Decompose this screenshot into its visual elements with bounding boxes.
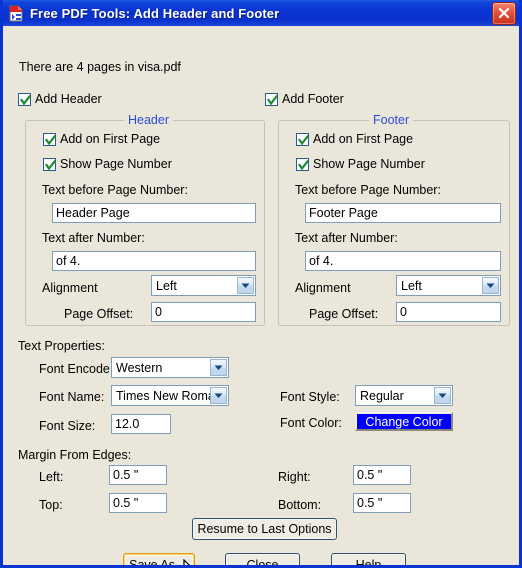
font-encode-label: Font Encode: (39, 362, 114, 376)
footer-page-offset-input[interactable] (396, 302, 501, 322)
footer-text-after-label: Text after Number: (295, 231, 398, 245)
font-style-value: Regular (360, 388, 404, 403)
footer-group-legend: Footer (369, 113, 414, 127)
footer-page-offset-label: Page Offset: (309, 307, 379, 321)
margin-top-input[interactable] (109, 493, 167, 513)
checkbox-label: Show Page Number (60, 157, 172, 171)
checkbox-label: Add on First Page (313, 132, 414, 146)
margin-bottom-label: Bottom: (278, 498, 322, 512)
footer-alignment-combo[interactable]: Left (396, 275, 501, 296)
margin-top-label: Top: (39, 498, 63, 512)
font-name-value: Times New Roman (116, 388, 210, 403)
footer-text-before-label: Text before Page Number: (295, 183, 441, 197)
header-text-before-input[interactable] (52, 203, 256, 223)
header-text-before-label: Text before Page Number: (42, 183, 188, 197)
margin-bottom-input[interactable] (353, 493, 411, 513)
font-encode-combo[interactable]: Western (111, 357, 229, 378)
header-alignment-combo[interactable]: Left (151, 275, 256, 296)
checkbox-header-show-page-number[interactable]: Show Page Number (43, 157, 172, 171)
margin-right-input[interactable] (353, 465, 411, 485)
checkbox-header-add-on-first-page[interactable]: Add on First Page (43, 132, 160, 146)
margin-left-input[interactable] (109, 465, 167, 485)
checkbox-add-footer-label: Add Footer (282, 92, 344, 106)
font-name-label: Font Name: (39, 390, 105, 404)
checkbox-checked-icon (296, 132, 309, 146)
close-icon[interactable] (492, 2, 516, 25)
chevron-down-icon[interactable] (237, 277, 254, 294)
font-size-input[interactable] (111, 414, 171, 434)
text-properties-section-label: Text Properties: (18, 339, 105, 353)
close-button[interactable]: Close (225, 553, 300, 565)
checkbox-checked-icon (296, 157, 309, 171)
page-count-text: There are 4 pages in visa.pdf (19, 60, 181, 74)
footer-alignment-label: Alignment (295, 281, 351, 295)
checkbox-add-header[interactable]: Add Header (18, 92, 102, 106)
header-group-legend: Header (124, 113, 173, 127)
header-alignment-value: Left (156, 278, 177, 293)
chevron-down-icon[interactable] (210, 359, 227, 376)
header-alignment-label: Alignment (42, 281, 98, 295)
font-color-label: Font Color: (280, 416, 342, 430)
font-encode-value: Western (116, 360, 163, 375)
checkbox-checked-icon (265, 92, 278, 106)
margin-right-label: Right: (278, 470, 311, 484)
font-style-combo[interactable]: Regular (355, 385, 453, 406)
resume-to-last-options-button[interactable]: Resume to Last Options (192, 518, 337, 540)
font-size-label: Font Size: (39, 419, 96, 433)
checkbox-checked-icon (43, 157, 56, 171)
pdf-document-icon (8, 5, 25, 22)
footer-alignment-value: Left (401, 278, 422, 293)
checkbox-add-header-label: Add Header (35, 92, 102, 106)
chevron-down-icon[interactable] (482, 277, 499, 294)
dialog-content: There are 4 pages in visa.pdf Add Header… (3, 26, 519, 565)
help-button[interactable]: Help (331, 553, 406, 565)
header-page-offset-label: Page Offset: (64, 307, 134, 321)
dialog-window: Free PDF Tools: Add Header and Footer Th… (0, 0, 522, 568)
font-name-combo[interactable]: Times New Roman (111, 385, 229, 406)
checkbox-checked-icon (43, 132, 56, 146)
header-page-offset-input[interactable] (151, 302, 256, 322)
save-as-button[interactable]: Save As ... (123, 553, 195, 565)
header-text-after-input[interactable] (52, 251, 256, 271)
checkbox-checked-icon (18, 92, 31, 106)
checkbox-add-footer[interactable]: Add Footer (265, 92, 344, 106)
window-title: Free PDF Tools: Add Header and Footer (30, 5, 280, 21)
chevron-down-icon[interactable] (210, 387, 227, 404)
checkbox-footer-add-on-first-page[interactable]: Add on First Page (296, 132, 413, 146)
title-bar: Free PDF Tools: Add Header and Footer (3, 0, 519, 26)
header-group: Header Add on First Page Show Page Numbe… (25, 113, 265, 326)
footer-text-before-input[interactable] (305, 203, 501, 223)
checkbox-label: Show Page Number (313, 157, 425, 171)
footer-text-after-input[interactable] (305, 251, 501, 271)
footer-group: Footer Add on First Page Show Page Numbe… (278, 113, 510, 326)
margins-section-label: Margin From Edges: (18, 448, 132, 462)
checkbox-footer-show-page-number[interactable]: Show Page Number (296, 157, 425, 171)
margin-left-label: Left: (39, 470, 64, 484)
change-color-button[interactable]: Change Color (355, 412, 453, 431)
chevron-down-icon[interactable] (434, 387, 451, 404)
checkbox-label: Add on First Page (60, 132, 161, 146)
font-style-label: Font Style: (280, 390, 340, 404)
header-text-after-label: Text after Number: (42, 231, 145, 245)
